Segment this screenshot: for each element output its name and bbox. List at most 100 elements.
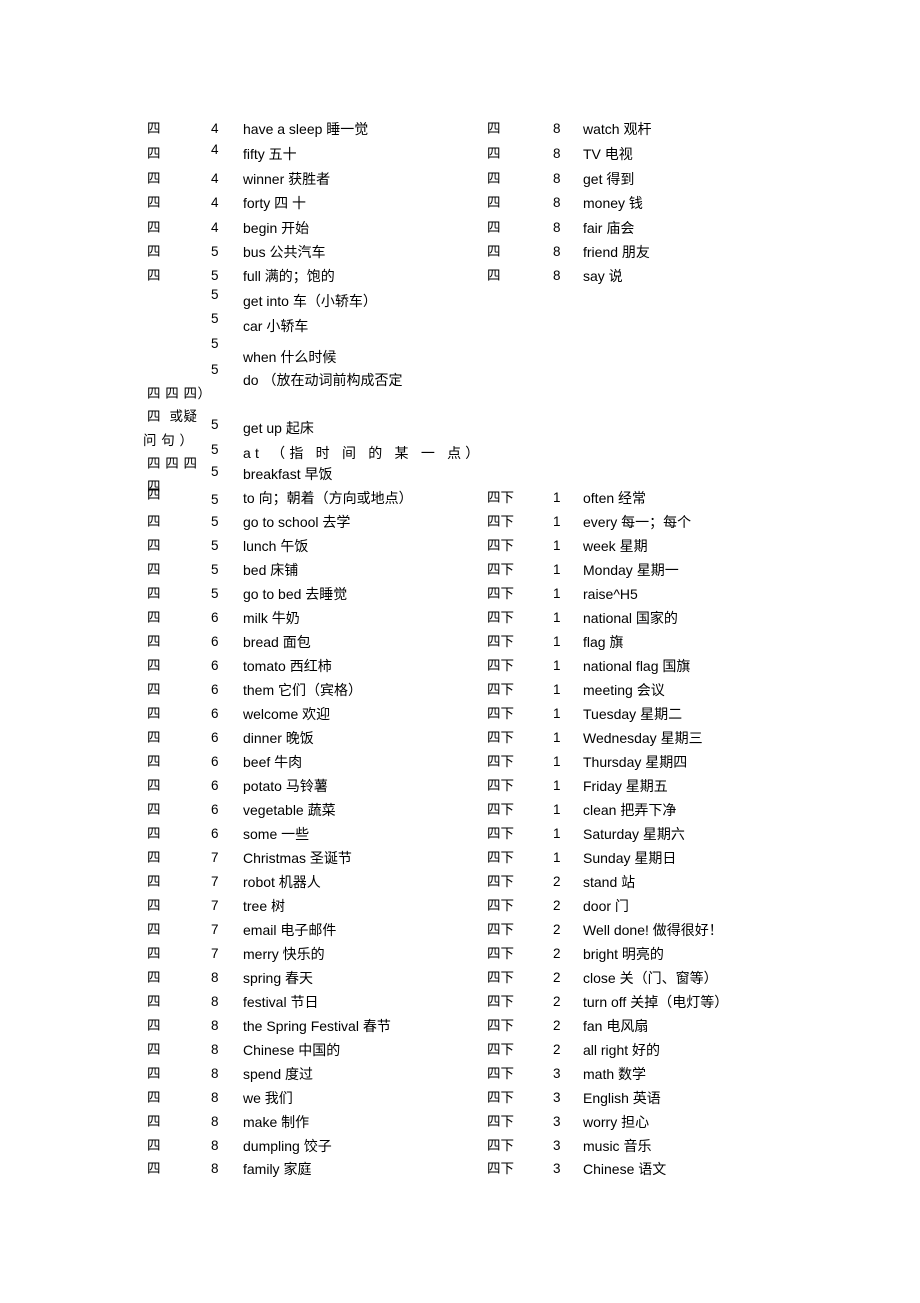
grade-label: 四下 xyxy=(487,754,514,769)
unit-number: 2 xyxy=(553,994,561,1009)
vocabulary-entry: flag 旗 xyxy=(583,634,624,650)
grade-label: 四下 xyxy=(487,826,514,841)
unit-number: 1 xyxy=(553,754,561,769)
grade-label: 四下 xyxy=(487,778,514,793)
vocabulary-entry: them 它们（宾格） xyxy=(243,682,363,698)
vocabulary-entry: beef 牛肉 xyxy=(243,754,303,770)
unit-number: 7 xyxy=(211,946,219,961)
unit-number: 8 xyxy=(553,195,561,210)
unit-number: 1 xyxy=(553,778,561,793)
vocabulary-entry: get 得到 xyxy=(583,171,635,187)
vocabulary-entry: when 什么时候 xyxy=(243,349,337,365)
grade-label: 四 xyxy=(147,610,161,625)
vocabulary-entry: Christmas 圣诞节 xyxy=(243,850,352,866)
unit-number: 5 xyxy=(211,362,219,377)
grade-label: 四下 xyxy=(487,1066,514,1081)
unit-number: 1 xyxy=(553,730,561,745)
unit-number: 8 xyxy=(211,1042,219,1057)
vocabulary-entry: bus 公共汽车 xyxy=(243,244,326,260)
grade-label: 四 xyxy=(487,195,501,210)
unit-number: 5 xyxy=(211,311,219,326)
unit-number: 2 xyxy=(553,874,561,889)
vocabulary-entry: all right 好的 xyxy=(583,1042,661,1058)
unit-number: 3 xyxy=(553,1114,561,1129)
grade-label: 四下 xyxy=(487,1042,514,1057)
grade-label: 四 xyxy=(487,171,501,186)
unit-number: 4 xyxy=(211,171,219,186)
unit-number: 6 xyxy=(211,682,219,697)
grade-label: 四下 xyxy=(487,1114,514,1129)
ocr-garble-fragment: 四 或疑 xyxy=(147,409,198,424)
grade-label: 四 xyxy=(147,730,161,745)
unit-number: 2 xyxy=(553,946,561,961)
vocabulary-entry: money 钱 xyxy=(583,195,643,211)
grade-label: 四下 xyxy=(487,682,514,697)
unit-number: 2 xyxy=(553,970,561,985)
vocabulary-entry: at （指 时 间 的 某 一 点） xyxy=(243,445,484,461)
unit-number: 1 xyxy=(553,610,561,625)
grade-label: 四下 xyxy=(487,490,514,505)
unit-number: 4 xyxy=(211,220,219,235)
vocabulary-entry: spend 度过 xyxy=(243,1066,314,1082)
grade-label: 四 xyxy=(147,562,161,577)
vocabulary-entry: go to school 去学 xyxy=(243,514,351,530)
grade-label: 四 xyxy=(147,970,161,985)
unit-number: 8 xyxy=(211,1066,219,1081)
vocabulary-entry: math 数学 xyxy=(583,1066,647,1082)
vocabulary-entry: Chinese 中国的 xyxy=(243,1042,341,1058)
unit-number: 6 xyxy=(211,802,219,817)
vocabulary-entry: clean 把弄下净 xyxy=(583,802,677,818)
vocabulary-entry: forty 四 十 xyxy=(243,195,307,211)
grade-label: 四 xyxy=(147,634,161,649)
unit-number: 8 xyxy=(553,171,561,186)
unit-number: 8 xyxy=(211,970,219,985)
vocabulary-entry: tomato 西红柿 xyxy=(243,658,332,674)
unit-number: 8 xyxy=(211,994,219,1009)
vocabulary-entry: Well done! 做得很好！ xyxy=(583,922,723,938)
vocabulary-entry: get up 起床 xyxy=(243,420,314,436)
vocabulary-entry: email 电子邮件 xyxy=(243,922,337,938)
unit-number: 1 xyxy=(553,538,561,553)
grade-label: 四下 xyxy=(487,802,514,817)
unit-number: 5 xyxy=(211,336,219,351)
vocabulary-entry: stand 站 xyxy=(583,874,636,890)
unit-number: 1 xyxy=(553,826,561,841)
unit-number: 7 xyxy=(211,922,219,937)
vocabulary-entry: go to bed 去睡觉 xyxy=(243,586,348,602)
unit-number: 5 xyxy=(211,442,219,457)
grade-label: 四 xyxy=(147,898,161,913)
unit-number: 1 xyxy=(553,490,561,505)
grade-label: 四 xyxy=(147,754,161,769)
vocabulary-entry: potato 马铃薯 xyxy=(243,778,328,794)
grade-label: 四下 xyxy=(487,634,514,649)
unit-number: 1 xyxy=(553,634,561,649)
grade-label: 四 xyxy=(147,850,161,865)
unit-number: 6 xyxy=(211,778,219,793)
grade-label: 四 xyxy=(147,1161,161,1176)
unit-number: 2 xyxy=(553,1042,561,1057)
grade-label: 四下 xyxy=(487,1090,514,1105)
vocabulary-entry: worry 担心 xyxy=(583,1114,650,1130)
vocabulary-entry: family 家庭 xyxy=(243,1161,312,1177)
unit-number: 3 xyxy=(553,1161,561,1176)
vocabulary-entry: music 音乐 xyxy=(583,1138,652,1154)
grade-label: 四下 xyxy=(487,514,514,529)
grade-label: 四 xyxy=(147,244,161,259)
unit-number: 2 xyxy=(553,898,561,913)
grade-label: 四 xyxy=(147,514,161,529)
unit-number: 8 xyxy=(211,1090,219,1105)
vocabulary-entry: raise^H5 xyxy=(583,586,638,602)
vocabulary-entry: have a sleep 睡一觉 xyxy=(243,121,369,137)
grade-label: 四 xyxy=(147,658,161,673)
grade-label: 四 xyxy=(147,826,161,841)
unit-number: 4 xyxy=(211,142,219,157)
unit-number: 5 xyxy=(211,586,219,601)
vocabulary-entry: often 经常 xyxy=(583,490,647,506)
vocabulary-entry: Chinese 语文 xyxy=(583,1161,667,1177)
grade-label: 四 xyxy=(147,171,161,186)
vocabulary-entry: fair 庙会 xyxy=(583,220,635,236)
vocabulary-entry: tree 树 xyxy=(243,898,286,914)
vocabulary-entry: Friday 星期五 xyxy=(583,778,668,794)
grade-label: 四 xyxy=(147,874,161,889)
unit-number: 8 xyxy=(211,1018,219,1033)
